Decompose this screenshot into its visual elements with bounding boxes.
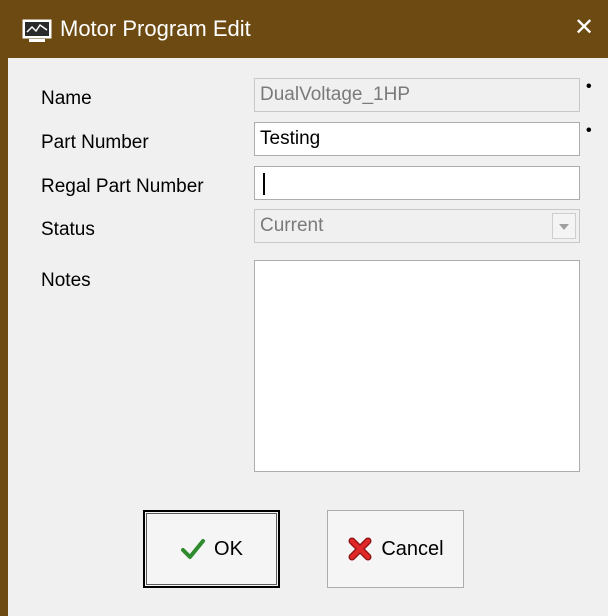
notes-label: Notes xyxy=(41,270,91,291)
name-label: Name xyxy=(41,88,92,109)
monitor-icon xyxy=(22,19,52,43)
checkmark-icon xyxy=(180,536,206,562)
motor-program-edit-dialog: Motor Program Edit ✕ Name • Part Number … xyxy=(0,0,608,616)
part-number-required-marker: • xyxy=(586,122,592,139)
window-title: Motor Program Edit xyxy=(60,16,251,41)
status-dropdown[interactable]: Current xyxy=(254,209,580,243)
part-number-label: Part Number xyxy=(41,132,149,153)
title-bar[interactable]: Motor Program Edit ✕ xyxy=(8,0,608,58)
form-area: Name • Part Number • Regal Part Number S… xyxy=(8,58,608,616)
ok-button[interactable]: OK xyxy=(143,510,280,588)
close-icon[interactable]: ✕ xyxy=(564,8,604,48)
chevron-down-icon[interactable] xyxy=(552,213,576,239)
name-required-marker: • xyxy=(586,78,592,95)
status-selected-value: Current xyxy=(260,215,324,236)
regal-part-number-field[interactable] xyxy=(254,166,580,200)
status-label: Status xyxy=(41,219,95,240)
part-number-field[interactable] xyxy=(254,122,580,156)
regal-part-number-label: Regal Part Number xyxy=(41,176,204,197)
text-caret xyxy=(263,173,265,195)
red-x-icon xyxy=(347,536,373,562)
notes-textarea[interactable] xyxy=(254,260,580,472)
ok-button-label: OK xyxy=(214,537,243,560)
name-field[interactable] xyxy=(254,78,580,112)
cancel-button-label: Cancel xyxy=(381,537,444,560)
cancel-button[interactable]: Cancel xyxy=(327,510,464,588)
